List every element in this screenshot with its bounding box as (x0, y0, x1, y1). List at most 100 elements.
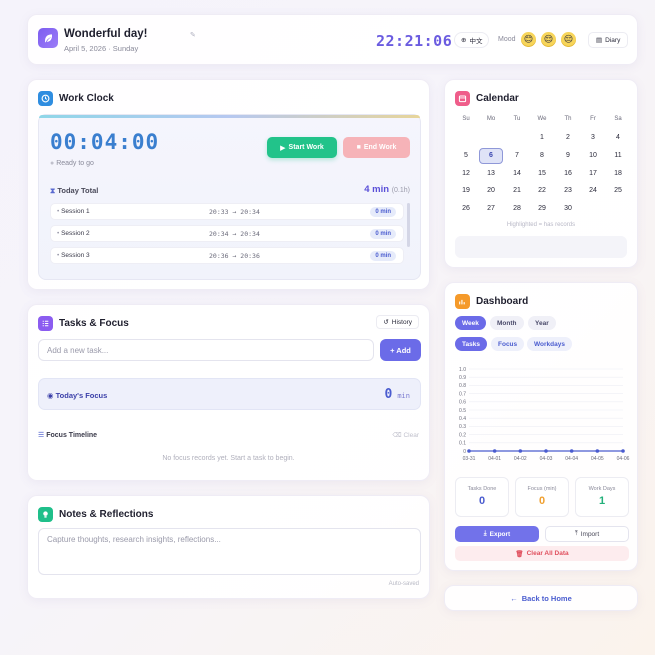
calendar-day[interactable]: 28 (507, 202, 527, 216)
calendar-day-selected[interactable]: 6 (479, 148, 503, 164)
calendar-day[interactable]: 2 (558, 131, 578, 145)
calendar-day[interactable]: 29 (532, 202, 552, 216)
calendar-day[interactable]: 17 (583, 167, 603, 181)
chart-data-point[interactable] (621, 449, 625, 453)
work-clock-card: Work Clock 00:04:00 ● Ready to go ▶ Star… (27, 79, 430, 290)
range-year-tab[interactable]: Year (528, 316, 556, 330)
weekday-header: Th (564, 116, 572, 122)
calendar-day[interactable]: 15 (532, 167, 552, 181)
language-toggle[interactable]: ⊕ 中文 (454, 32, 490, 48)
calendar-day[interactable]: 4 (608, 131, 628, 145)
calendar-day[interactable]: 22 (532, 184, 552, 198)
x-tick-label: 04-03 (540, 456, 553, 462)
x-tick-label: 03-31 (463, 456, 476, 462)
add-task-button[interactable]: + Add (380, 339, 421, 361)
mood-happy-icon[interactable]: 😊 (521, 32, 536, 47)
diary-button[interactable]: ▤ Diary (588, 32, 629, 48)
chart-data-point[interactable] (518, 449, 523, 453)
upload-icon: ⤒ (574, 530, 578, 537)
chart-data-point[interactable] (595, 449, 600, 453)
status-dot-icon: ● (50, 160, 55, 167)
calendar-day[interactable]: 7 (507, 149, 527, 163)
weekday-header: Mo (486, 116, 496, 122)
session-time: 20:34 → 20:34 (209, 230, 260, 238)
metric-focus-tab[interactable]: Focus (491, 337, 525, 351)
stop-icon: ■ (356, 144, 361, 151)
calendar-day[interactable]: 23 (558, 184, 578, 198)
start-work-button[interactable]: ▶ Start Work (267, 137, 337, 158)
trash-icon: 🗑 (515, 550, 524, 558)
chart-data-point[interactable] (544, 449, 548, 453)
calendar-day[interactable]: 11 (608, 149, 628, 163)
weekday-header: We (537, 116, 547, 122)
today-hours: (0.1h) (391, 187, 410, 194)
chart-data-point[interactable] (492, 449, 497, 453)
edit-icon[interactable]: ✎ (190, 31, 196, 39)
session-duration-badge: 0 min (370, 251, 396, 261)
mood-calm-icon[interactable]: 😌 (541, 32, 556, 47)
chart-data-point[interactable] (569, 449, 574, 453)
calendar-day[interactable]: 24 (583, 184, 603, 198)
arrow-left-icon: ← (510, 593, 518, 603)
trash-icon: ⌫ (392, 432, 402, 439)
notes-textarea[interactable]: Capture thoughts, research insights, ref… (38, 528, 421, 575)
new-task-input[interactable]: Add a new task... (38, 339, 374, 361)
calendar-day[interactable]: 9 (558, 149, 578, 163)
calendar-day[interactable]: 5 (456, 149, 476, 163)
y-tick-label: 0.1 (459, 441, 466, 447)
calendar-day[interactable]: 1 (532, 131, 552, 145)
metric-tasks-tab[interactable]: Tasks (455, 337, 487, 351)
globe-icon: ⊕ (461, 37, 467, 44)
header-bar: Wonderful day! April 5, 2026 · Sunday ✎ … (27, 14, 638, 65)
dashboard-line-chart: 0 0.1 0.2 0.3 0.4 0.5 0.6 0.7 0.8 0.9 1.0 03-31 04-0… (459, 367, 630, 462)
mood-label: Mood (498, 36, 516, 43)
range-week-tab[interactable]: Week (455, 316, 486, 330)
lightbulb-icon (38, 507, 53, 522)
notes-card: Notes & Reflections Capture thoughts, re… (27, 495, 430, 599)
range-month-tab[interactable]: Month (490, 316, 524, 330)
clear-timeline-button[interactable]: ⌫ Clear (392, 431, 419, 439)
clock-icon (38, 91, 53, 106)
x-tick-label: 04-06 (617, 456, 630, 462)
end-work-button[interactable]: ■ End Work (343, 137, 410, 158)
calendar-day[interactable]: 27 (481, 202, 501, 216)
session-duration-badge: 0 min (370, 207, 396, 217)
calendar-day[interactable]: 25 (608, 184, 628, 198)
calendar-day[interactable]: 13 (481, 167, 501, 181)
calendar-day[interactable]: 16 (558, 167, 578, 181)
status-text: Ready to go (56, 160, 94, 167)
calendar-icon (455, 91, 470, 106)
calendar-hint: Highlighted = has records (506, 222, 576, 228)
calendar-day[interactable]: 8 (532, 149, 552, 163)
dashboard-title: Dashboard (476, 296, 529, 307)
y-tick-label: 0.3 (459, 424, 466, 430)
calendar-title: Calendar (476, 93, 519, 104)
weekday-header: Tu (513, 116, 521, 122)
calendar-day[interactable]: 14 (507, 167, 527, 181)
leaf-icon (44, 33, 52, 43)
export-button[interactable]: ⤓ Export (455, 526, 539, 542)
history-button[interactable]: ↺ History (376, 315, 419, 329)
calendar-day[interactable]: 20 (481, 184, 501, 198)
mood-sad-icon[interactable]: 😔 (561, 32, 576, 47)
calendar-day[interactable]: 3 (583, 131, 603, 145)
chart-data-point[interactable] (467, 449, 471, 453)
play-icon: ▶ (280, 144, 286, 152)
calendar-day[interactable]: 18 (608, 167, 628, 181)
calendar-day[interactable]: 30 (558, 202, 578, 216)
sessions-scrollbar[interactable] (407, 203, 410, 247)
calendar-day[interactable]: 26 (456, 202, 476, 216)
session-duration-badge: 0 min (370, 229, 396, 239)
calendar-day[interactable]: 12 (456, 167, 476, 181)
dashboard-card: Dashboard Week Month Year Tasks Focus Wo… (444, 282, 638, 571)
metric-workdays-tab[interactable]: Workdays (527, 337, 572, 351)
today-total-label: ⧗ Today Total (50, 186, 98, 196)
calendar-day[interactable]: 19 (456, 184, 476, 198)
session-time: 20:36 → 20:36 (209, 252, 260, 260)
clear-all-data-button[interactable]: 🗑 Clear All Data (455, 546, 629, 561)
calendar-day[interactable]: 10 (583, 149, 603, 163)
back-to-home-button[interactable]: ← Back to Home (445, 586, 637, 610)
y-tick-label: 0.6 (459, 400, 466, 406)
import-button[interactable]: ⤒ Import (545, 526, 629, 542)
calendar-day[interactable]: 21 (507, 184, 527, 198)
